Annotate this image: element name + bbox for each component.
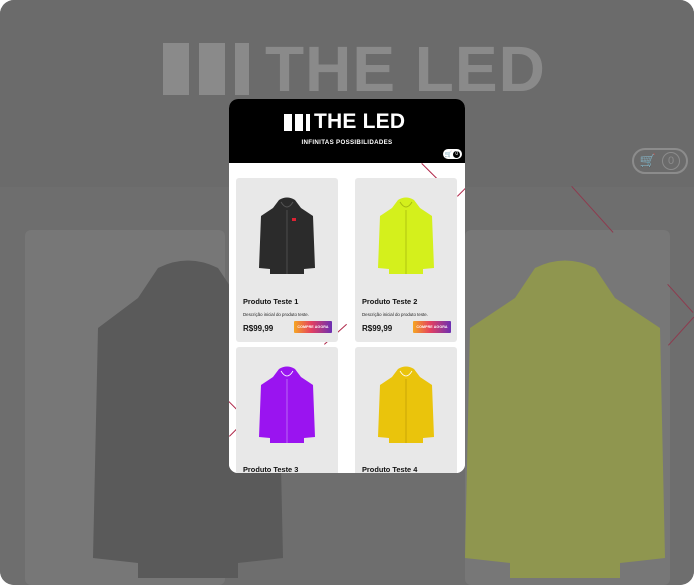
product-name[interactable]: Produto Teste 2 (362, 297, 417, 306)
hoodie-image (378, 366, 434, 443)
product-name[interactable]: Produto Teste 1 (243, 297, 298, 306)
background-cart-count: 0 (662, 152, 681, 170)
background-hoodie-yellow-image (465, 260, 665, 578)
background-cart-icon: 🛒 (639, 153, 657, 168)
buy-now-button[interactable]: COMPRE AGORA (294, 321, 332, 333)
product-name[interactable]: Produto Teste 4 (362, 465, 417, 473)
product-description: Descrição inicial do produto teste. (362, 312, 428, 317)
product-price: R$99,99 (243, 324, 274, 333)
background-cart-button: 🛒 0 (632, 148, 688, 174)
cart-icon: 🛒 (444, 151, 453, 158)
brand-tagline: INFINITAS POSSIBILIDADES (301, 139, 393, 146)
product-image[interactable] (236, 347, 338, 462)
product-description: Descrição inicial do produto teste. (243, 312, 309, 317)
product-card[interactable]: Produto Teste 4 (355, 347, 457, 473)
product-card[interactable]: Produto Teste 1 Descrição inicial do pro… (236, 178, 338, 342)
cart-count-badge: 0 (453, 150, 461, 158)
product-card[interactable]: Produto Teste 2 Descrição inicial do pro… (355, 178, 457, 342)
product-image[interactable] (355, 178, 457, 293)
hoodie-image (259, 197, 315, 274)
background-logo: THE LED (163, 33, 546, 105)
decor-line (457, 186, 465, 197)
site-header: THE LED INFINITAS POSSIBILIDADES 🛒 0 (229, 99, 465, 163)
hoodie-image (378, 197, 434, 274)
mobile-preview-window: THE LED INFINITAS POSSIBILIDADES 🛒 0 Pro… (229, 99, 465, 473)
background-logo-mark (163, 43, 249, 95)
product-price: R$99,99 (362, 324, 393, 333)
cart-button[interactable]: 🛒 0 (443, 149, 462, 159)
product-image[interactable] (355, 347, 457, 462)
product-name[interactable]: Produto Teste 3 (243, 465, 298, 473)
logo-mark-icon (284, 113, 310, 131)
brand-name: THE LED (314, 110, 406, 133)
decor-line (421, 163, 438, 180)
hoodie-image (259, 366, 315, 443)
brand-logo[interactable]: THE LED (284, 110, 406, 133)
product-grid: Produto Teste 1 Descrição inicial do pro… (229, 163, 465, 473)
buy-now-button[interactable]: COMPRE AGORA (413, 321, 451, 333)
product-image[interactable] (236, 178, 338, 293)
background-logo-text: THE LED (265, 33, 546, 105)
product-card[interactable]: Produto Teste 3 (236, 347, 338, 473)
